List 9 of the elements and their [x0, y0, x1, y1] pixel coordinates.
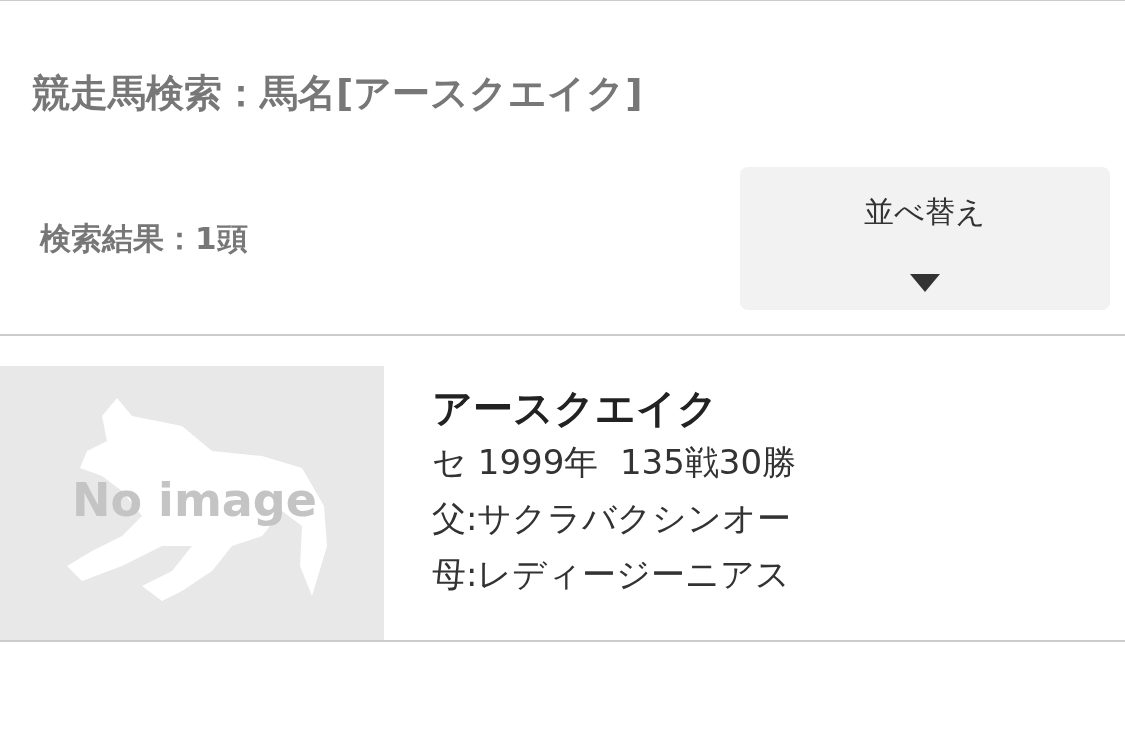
page-title: 競走馬検索：馬名[アースクエイク] — [31, 70, 644, 117]
dam-name: 母:レディージーニアス — [432, 552, 792, 596]
result-count: 検索結果：1頭 — [40, 218, 248, 258]
horse-name[interactable]: アースクエイク — [432, 381, 797, 434]
sire-name: 父:サクラバクシンオー — [432, 496, 793, 540]
sort-button[interactable]: 並べ替え — [740, 166, 1110, 310]
horse-profile: セ 1999年 135戦30勝 — [432, 440, 797, 484]
caret-icon — [910, 273, 940, 292]
placeholder-text: No image — [72, 471, 317, 529]
